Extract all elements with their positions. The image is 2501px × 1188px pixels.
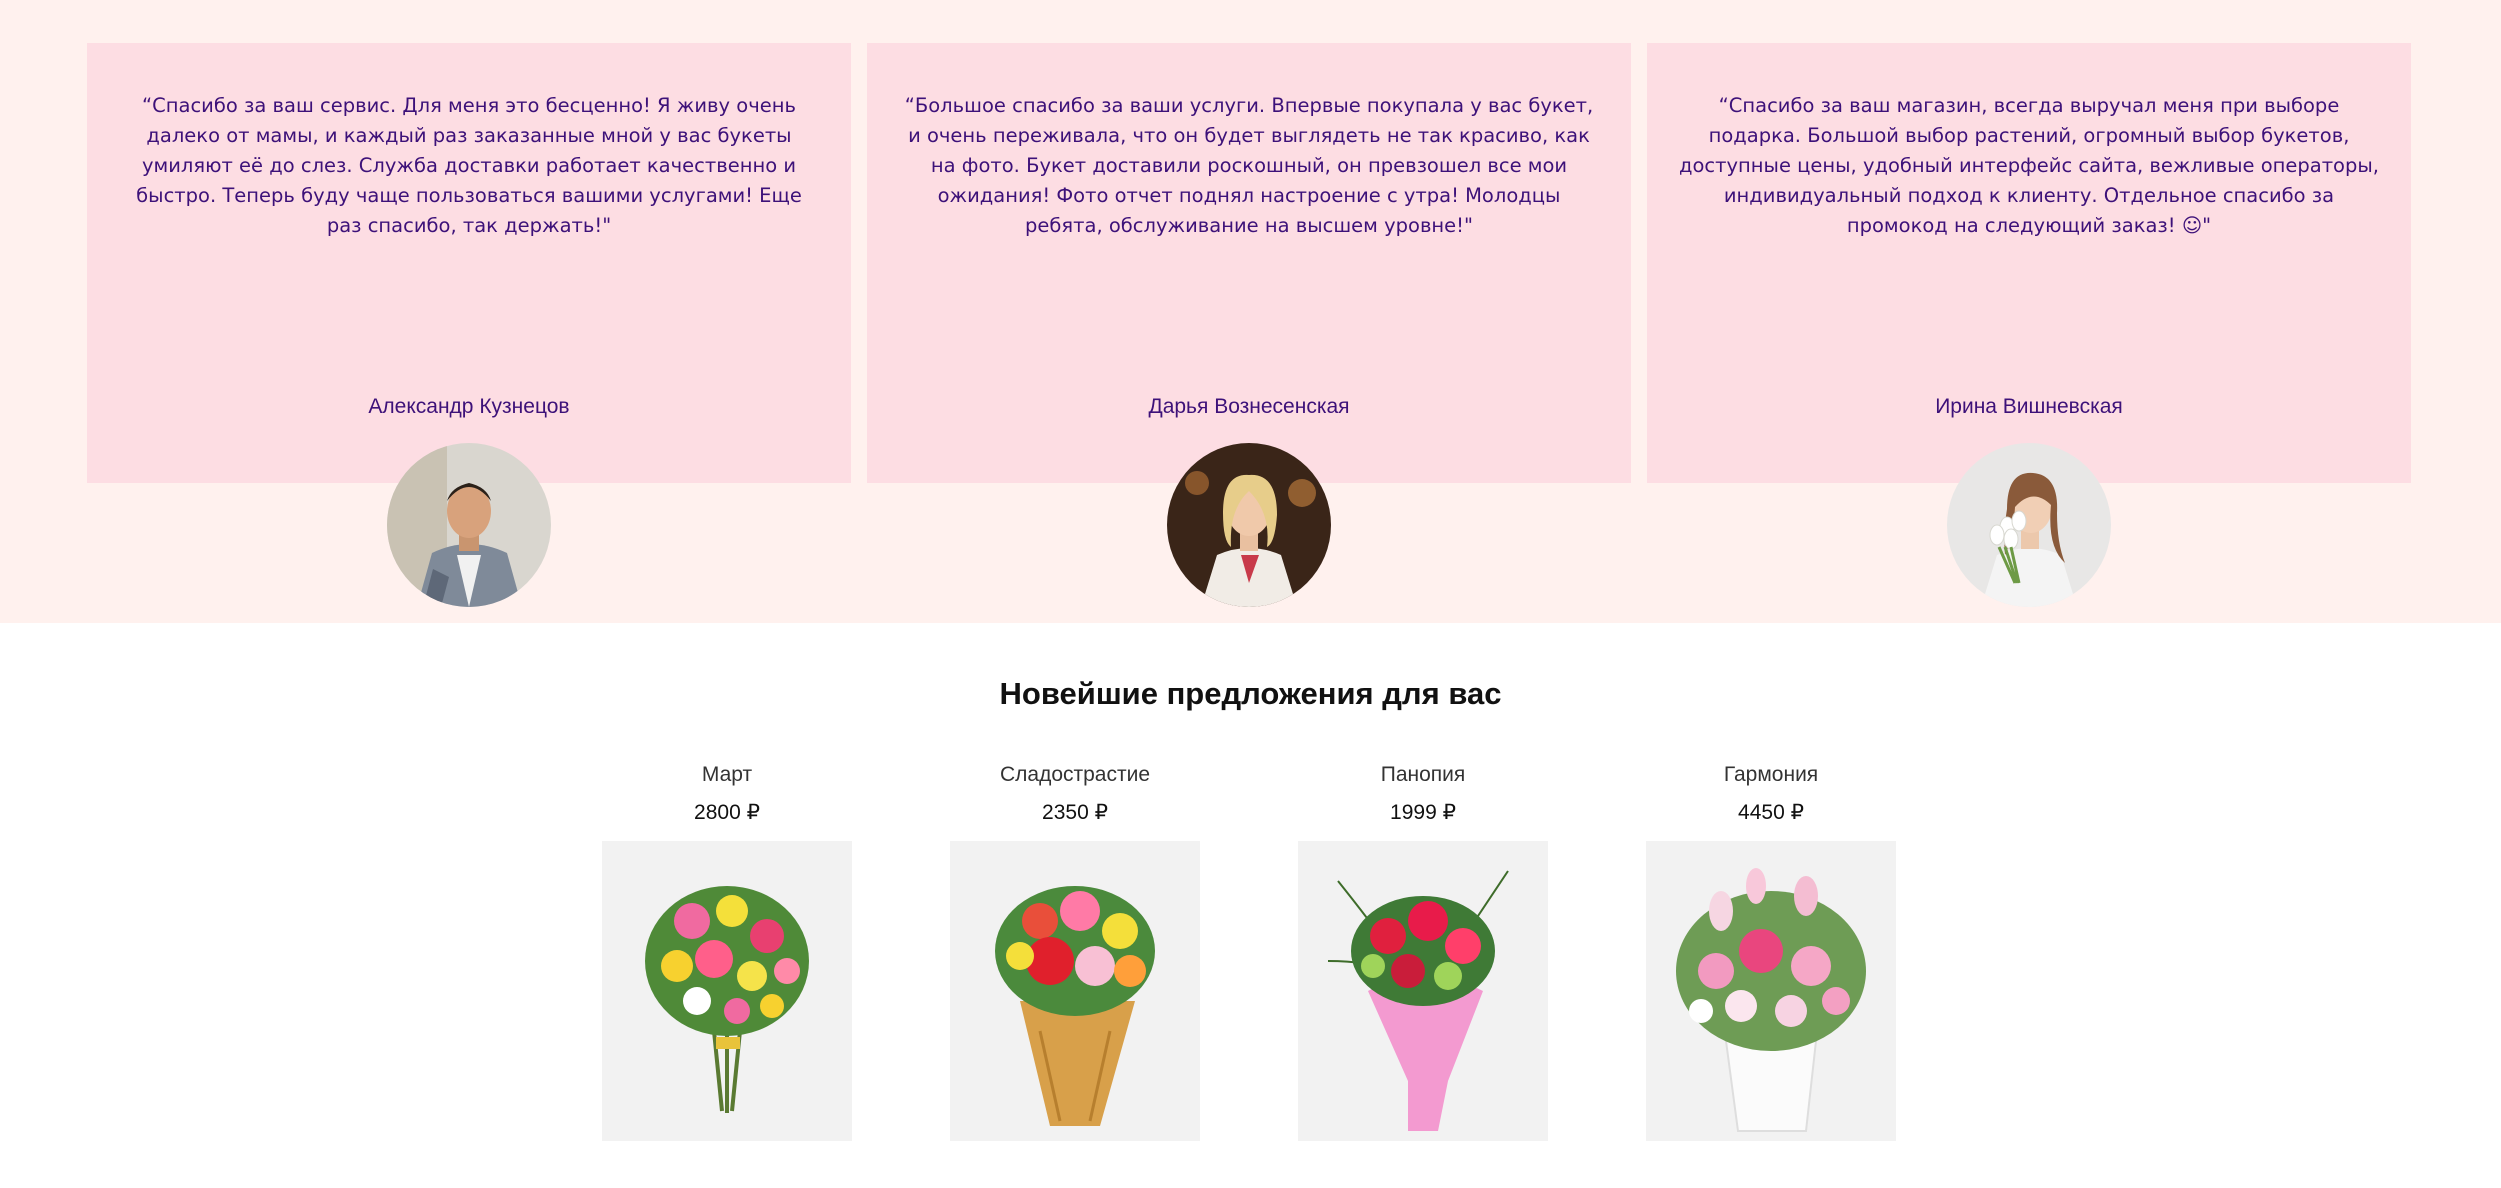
review-card: “Спасибо за ваш магазин, всегда выручал … [1647, 43, 2411, 607]
bouquet-image [1298, 841, 1548, 1141]
product-card[interactable]: Гармония 4450 ₽ [1646, 760, 1896, 1141]
bouquet-image [950, 841, 1200, 1141]
product-name[interactable]: Сладострастие [950, 760, 1200, 790]
review-author: Ирина Вишневская [1935, 395, 2123, 418]
woman-portrait-image [1167, 443, 1331, 607]
product-price: 1999 ₽ [1390, 801, 1456, 824]
review-author: Дарья Вознесенская [1148, 395, 1350, 418]
review-card: “Спасибо за ваш сервис. Для меня это бес… [87, 43, 851, 607]
product-image[interactable] [1646, 841, 1896, 1141]
reviews-section: “Спасибо за ваш сервис. Для меня это бес… [0, 0, 2501, 623]
review-author: Александр Кузнецов [368, 395, 570, 418]
product-price: 4450 ₽ [1738, 801, 1804, 824]
product-image[interactable] [950, 841, 1200, 1141]
product-name[interactable]: Март [602, 760, 852, 790]
man-portrait-image [387, 443, 551, 607]
product-name[interactable]: Панопия [1298, 760, 1548, 790]
offers-title: Новейшие предложения для вас [999, 676, 1502, 711]
review-text: “Спасибо за ваш сервис. Для меня это бес… [136, 94, 802, 237]
product-card[interactable]: Сладострастие 2350 ₽ [950, 760, 1200, 1141]
avatar [1947, 443, 2111, 607]
product-price: 2350 ₽ [1042, 801, 1108, 824]
woman-with-flowers-image [1947, 443, 2111, 607]
product-image[interactable] [602, 841, 852, 1141]
bouquet-image [1646, 841, 1896, 1141]
review-card: “Большое спасибо за ваши услуги. Впервые… [867, 43, 1631, 607]
product-card[interactable]: Март 2800 ₽ [602, 760, 852, 1141]
product-image[interactable] [1298, 841, 1548, 1141]
review-text: “Спасибо за ваш магазин, всегда выручал … [1679, 94, 2379, 237]
bouquet-image [602, 841, 852, 1141]
avatar [1167, 443, 1331, 607]
product-price: 2800 ₽ [694, 801, 760, 824]
product-name[interactable]: Гармония [1646, 760, 1896, 790]
product-card[interactable]: Панопия 1999 ₽ [1298, 760, 1548, 1141]
avatar [387, 443, 551, 607]
review-text: “Большое спасибо за ваши услуги. Впервые… [904, 94, 1594, 237]
